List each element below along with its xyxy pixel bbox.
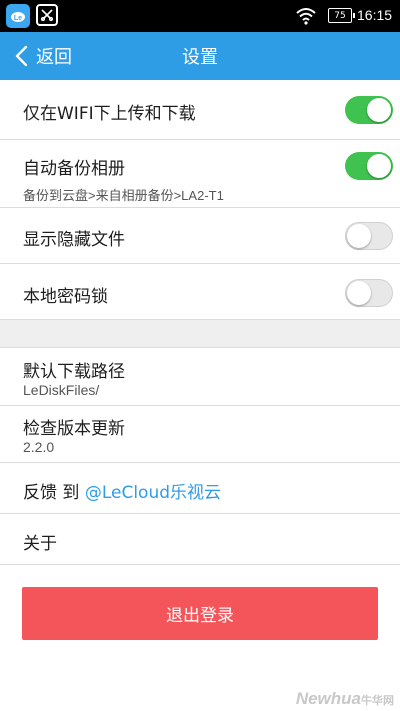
setting-label: 本地密码锁 bbox=[23, 287, 108, 307]
setting-label: 检查版本更新 bbox=[23, 419, 125, 439]
battery-icon: 75 bbox=[328, 8, 355, 23]
feedback-link[interactable]: @LeCloud乐视云 bbox=[85, 483, 221, 503]
backup-path-text: 备份到云盘>来自相册备份>LA2-T1 bbox=[23, 188, 224, 203]
setting-label: 自动备份相册 bbox=[23, 159, 125, 179]
toggle-knob bbox=[347, 281, 371, 305]
status-bar: Le 75 16:15 bbox=[0, 0, 400, 32]
setting-label: 关于 bbox=[23, 534, 57, 554]
toggle-knob bbox=[367, 154, 391, 178]
download-path-value: LeDiskFiles/ bbox=[23, 382, 100, 398]
watermark-suffix: 牛华网 bbox=[361, 695, 394, 707]
feedback-text: 反馈 到 @LeCloud乐视云 bbox=[23, 478, 221, 503]
newhua-watermark-logo: Newhua牛华网 bbox=[296, 689, 394, 709]
back-button[interactable]: 返回 bbox=[14, 32, 72, 80]
show-hidden-toggle[interactable] bbox=[345, 222, 393, 250]
setting-check-update[interactable]: 检查版本更新 2.2.0 bbox=[0, 406, 400, 463]
chevron-left-icon bbox=[15, 45, 28, 67]
logout-button[interactable]: 退出登录 bbox=[22, 587, 378, 640]
toggle-knob bbox=[347, 224, 371, 248]
wifi-only-toggle[interactable] bbox=[345, 96, 393, 124]
setting-auto-backup[interactable]: 自动备份相册 备份到云盘>来自相册备份>LA2-T1 bbox=[0, 140, 400, 208]
wifi-icon bbox=[296, 8, 316, 25]
setting-label: 默认下载路径 bbox=[23, 362, 125, 382]
screenshot-app-icon bbox=[36, 4, 58, 26]
setting-local-lock[interactable]: 本地密码锁 bbox=[0, 264, 400, 320]
setting-about[interactable]: 关于 bbox=[0, 514, 400, 565]
watermark-text: Newhua bbox=[295, 689, 361, 708]
battery-level: 75 bbox=[334, 10, 346, 21]
lecloud-app-icon: Le bbox=[6, 4, 30, 28]
setting-label: 显示隐藏文件 bbox=[23, 230, 125, 250]
auto-backup-toggle[interactable] bbox=[345, 152, 393, 180]
app-header: 返回 设置 bbox=[0, 32, 400, 80]
feedback-label: 反馈 到 bbox=[23, 483, 80, 503]
status-time: 16:15 bbox=[357, 7, 393, 23]
setting-download-path[interactable]: 默认下载路径 LeDiskFiles/ bbox=[0, 349, 400, 406]
toggle-knob bbox=[367, 98, 391, 122]
svg-text:Le: Le bbox=[14, 15, 22, 22]
section-divider bbox=[0, 320, 400, 348]
setting-label: 仅在WIFI下上传和下载 bbox=[23, 104, 196, 124]
version-value: 2.2.0 bbox=[23, 439, 55, 455]
setting-show-hidden[interactable]: 显示隐藏文件 bbox=[0, 208, 400, 264]
setting-wifi-only[interactable]: 仅在WIFI下上传和下载 bbox=[0, 80, 400, 140]
local-lock-toggle[interactable] bbox=[345, 279, 393, 307]
back-label: 返回 bbox=[36, 47, 72, 68]
setting-feedback[interactable]: 反馈 到 @LeCloud乐视云 bbox=[0, 463, 400, 514]
